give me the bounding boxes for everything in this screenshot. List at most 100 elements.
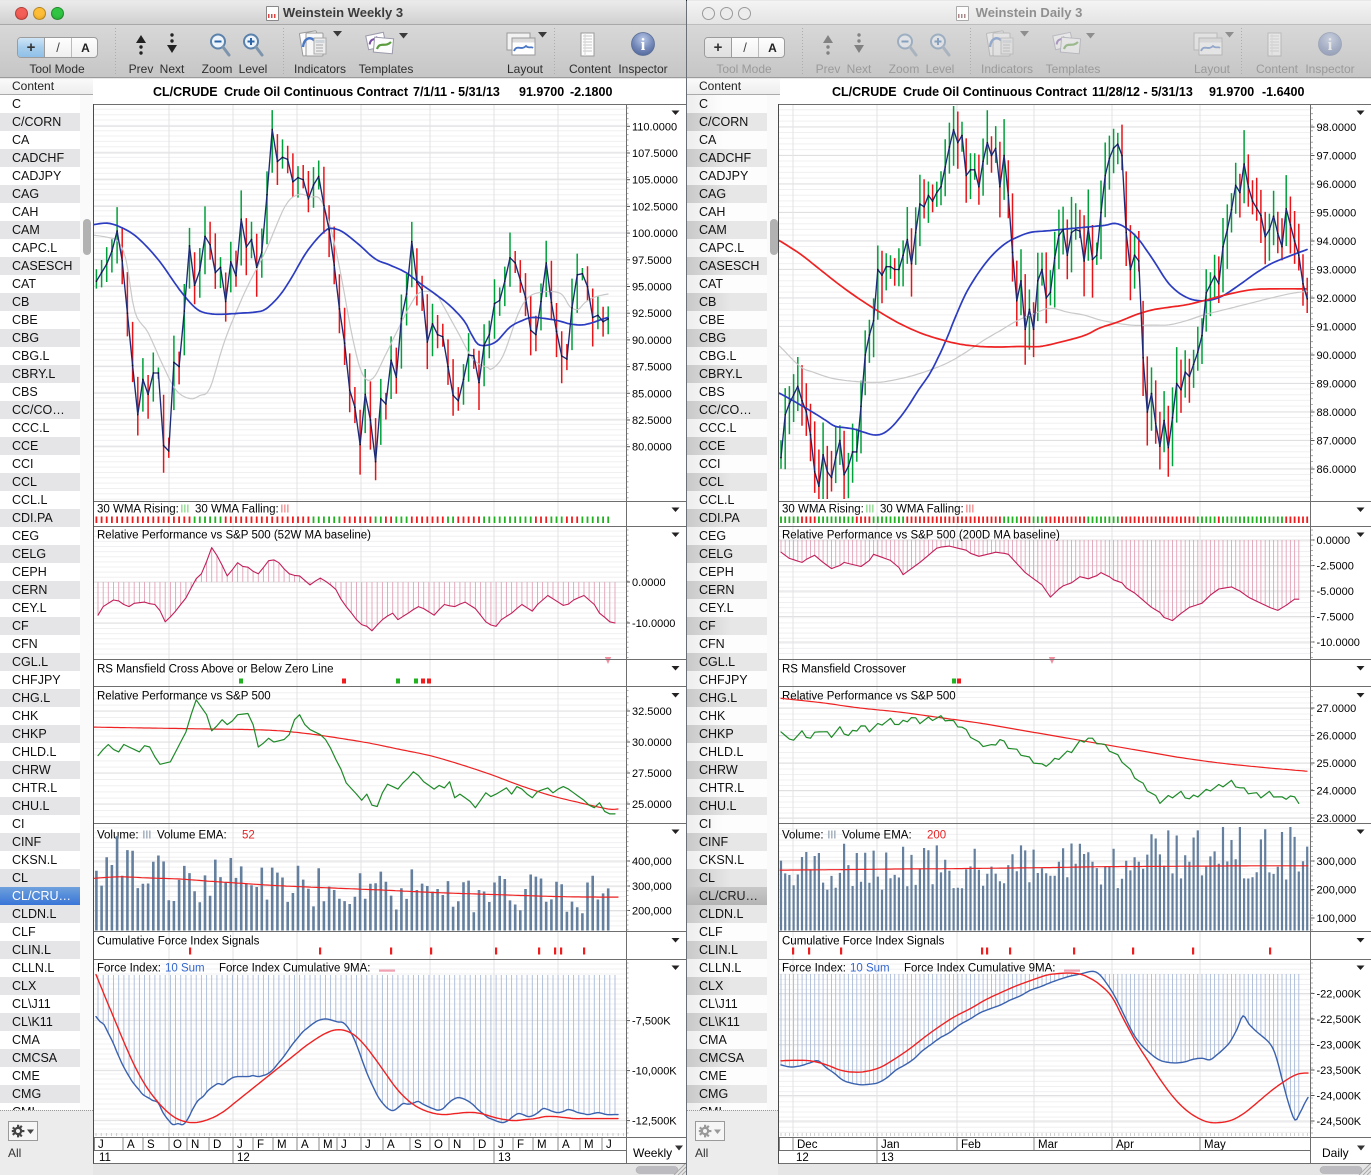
svg-text:S: S: [414, 1139, 422, 1151]
svg-text:11: 11: [99, 1152, 111, 1164]
svg-text:N: N: [191, 1139, 199, 1151]
svg-text:Force Index Cumulative 9MA:: Force Index Cumulative 9MA:: [904, 963, 1055, 975]
svg-text:92.5000: 92.5000: [632, 308, 672, 320]
svg-text:300,000: 300,000: [1317, 856, 1357, 868]
svg-text:J: J: [365, 1139, 371, 1151]
svg-text:RS Mansfield Cross Above or Be: RS Mansfield Cross Above or Below Zero L…: [97, 664, 334, 676]
svg-text:-24,000K: -24,000K: [1317, 1091, 1362, 1103]
svg-text:105.0000: 105.0000: [632, 175, 678, 187]
svg-text:Apr: Apr: [1116, 1139, 1134, 1151]
svg-text:95.0000: 95.0000: [632, 282, 672, 294]
svg-text:12: 12: [237, 1152, 250, 1164]
svg-text:82.5000: 82.5000: [632, 415, 672, 427]
svg-text:-12,500K: -12,500K: [632, 1116, 677, 1128]
svg-text:13: 13: [498, 1152, 511, 1164]
svg-text:-10.0000: -10.0000: [632, 618, 675, 630]
svg-text:100.0000: 100.0000: [632, 228, 678, 240]
svg-text:A: A: [301, 1139, 309, 1151]
svg-text:O: O: [173, 1139, 182, 1151]
svg-text:D: D: [478, 1139, 486, 1151]
svg-text:-10.0000: -10.0000: [1317, 637, 1360, 649]
svg-text:13: 13: [881, 1152, 894, 1164]
svg-text:J: J: [606, 1139, 612, 1151]
svg-text:0.0000: 0.0000: [632, 577, 666, 589]
svg-text:Dec: Dec: [797, 1139, 818, 1151]
svg-text:87.5000: 87.5000: [632, 362, 672, 374]
svg-text:M: M: [584, 1139, 594, 1151]
svg-text:27.5000: 27.5000: [632, 768, 672, 780]
svg-text:Force Index Cumulative 9MA:: Force Index Cumulative 9MA:: [219, 963, 370, 975]
svg-text:Relative Performance vs S&P 50: Relative Performance vs S&P 500 (200D MA…: [782, 530, 1060, 542]
svg-text:-2.5000: -2.5000: [1317, 561, 1354, 573]
svg-text:F: F: [517, 1139, 524, 1151]
svg-text:J: J: [237, 1139, 243, 1151]
svg-text:200: 200: [927, 830, 946, 842]
svg-text:30 WMA Falling:: 30 WMA Falling:: [195, 504, 279, 516]
svg-text:Feb: Feb: [961, 1139, 981, 1151]
svg-text:-7.5000: -7.5000: [1317, 612, 1354, 624]
svg-text:102.5000: 102.5000: [632, 201, 678, 213]
svg-text:A: A: [387, 1139, 395, 1151]
svg-text:M: M: [537, 1139, 547, 1151]
svg-text:Volume EMA:: Volume EMA:: [157, 830, 227, 842]
svg-text:-24,500K: -24,500K: [1317, 1116, 1362, 1128]
svg-text:A: A: [127, 1139, 135, 1151]
svg-text:S: S: [147, 1139, 155, 1151]
svg-text:80.0000: 80.0000: [632, 442, 672, 454]
svg-text:30 WMA Falling:: 30 WMA Falling:: [880, 504, 964, 516]
svg-text:88.0000: 88.0000: [1317, 407, 1357, 419]
svg-text:30 WMA Rising:: 30 WMA Rising:: [782, 504, 864, 516]
svg-text:97.5000: 97.5000: [632, 255, 672, 267]
svg-text:85.0000: 85.0000: [632, 388, 672, 400]
svg-text:94.0000: 94.0000: [1317, 236, 1357, 248]
svg-text:27.0000: 27.0000: [1317, 703, 1357, 715]
svg-text:Force Index:: Force Index:: [782, 963, 846, 975]
svg-text:26.0000: 26.0000: [1317, 731, 1357, 743]
svg-text:92.0000: 92.0000: [1317, 293, 1357, 305]
svg-text:300,000: 300,000: [632, 881, 672, 893]
svg-text:110.0000: 110.0000: [632, 121, 677, 133]
svg-text:90.0000: 90.0000: [632, 335, 672, 347]
svg-text:Daily: Daily: [1322, 1146, 1349, 1160]
svg-text:0.0000: 0.0000: [1317, 535, 1351, 547]
svg-text:M: M: [277, 1139, 287, 1151]
svg-text:-23,000K: -23,000K: [1317, 1040, 1362, 1052]
svg-text:Volume:: Volume:: [782, 830, 824, 842]
svg-text:30 WMA Rising:: 30 WMA Rising:: [97, 504, 179, 516]
svg-text:25.0000: 25.0000: [1317, 758, 1357, 770]
svg-text:Jan: Jan: [881, 1139, 900, 1151]
svg-text:Mar: Mar: [1038, 1139, 1058, 1151]
svg-text:30.0000: 30.0000: [632, 737, 672, 749]
svg-text:10 Sum: 10 Sum: [165, 963, 205, 975]
svg-text:32.5000: 32.5000: [632, 706, 672, 718]
svg-text:M: M: [323, 1139, 333, 1151]
svg-text:86.0000: 86.0000: [1317, 464, 1357, 476]
svg-text:12: 12: [796, 1152, 809, 1164]
svg-text:98.0000: 98.0000: [1317, 122, 1357, 134]
svg-text:May: May: [1204, 1139, 1226, 1151]
svg-text:A: A: [562, 1139, 570, 1151]
svg-text:96.0000: 96.0000: [1317, 179, 1357, 191]
svg-text:J: J: [98, 1139, 104, 1151]
svg-text:Force Index:: Force Index:: [97, 963, 161, 975]
svg-text:95.0000: 95.0000: [1317, 208, 1357, 220]
svg-text:-5.0000: -5.0000: [1317, 586, 1354, 598]
svg-text:-7,500K: -7,500K: [632, 1016, 671, 1028]
svg-text:Weekly: Weekly: [633, 1146, 672, 1160]
svg-text:25.0000: 25.0000: [632, 799, 672, 811]
svg-text:i: i: [641, 35, 646, 54]
svg-text:Volume EMA:: Volume EMA:: [842, 830, 912, 842]
svg-text:F: F: [257, 1139, 264, 1151]
svg-text:100,000: 100,000: [1317, 913, 1357, 925]
svg-text:Relative Performance vs S&P 50: Relative Performance vs S&P 500: [97, 691, 271, 703]
svg-text:-22,000K: -22,000K: [1317, 989, 1362, 1001]
svg-text:91.0000: 91.0000: [1317, 322, 1357, 334]
svg-text:200,000: 200,000: [1317, 885, 1357, 897]
svg-text:-22,500K: -22,500K: [1317, 1014, 1362, 1026]
svg-text:Relative Performance vs S&P 50: Relative Performance vs S&P 500 (52W MA …: [97, 530, 371, 542]
svg-text:D: D: [213, 1139, 221, 1151]
svg-text:Cumulative Force Index Signals: Cumulative Force Index Signals: [97, 936, 260, 948]
svg-text:400,000: 400,000: [632, 856, 672, 868]
svg-text:107.5000: 107.5000: [632, 148, 678, 160]
svg-text:J: J: [498, 1139, 504, 1151]
